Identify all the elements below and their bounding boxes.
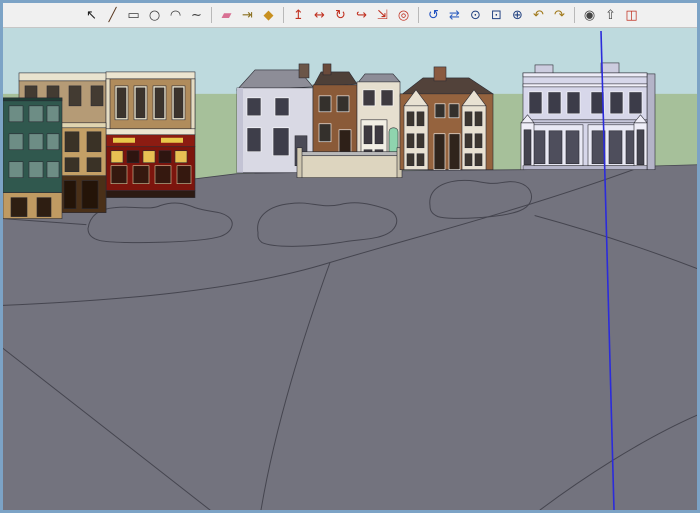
select-icon: ↖ bbox=[86, 9, 97, 22]
ground-plane bbox=[3, 165, 697, 510]
tool-scale-button[interactable]: ⇲ bbox=[373, 5, 392, 25]
tool-offset-button[interactable]: ◎ bbox=[394, 5, 413, 25]
tool-move-button[interactable]: ↔ bbox=[310, 5, 329, 25]
zoom-extents-icon: ⊕ bbox=[512, 9, 523, 22]
tool-position-camera-button[interactable]: ◉ bbox=[580, 5, 599, 25]
sketchup-window: ↖ ╱ ▭ ○ ◠ ∼ ▰ ⇥ ◆ ↥ ↔ ↻ ↪ ⇲ ◎ ↺ ⇄ ⊙ ⊡ ⊕ ↶ ↷ ◉ ⇧ ◫ bbox=[0, 0, 700, 513]
toolbar: ↖ ╱ ▭ ○ ◠ ∼ ▰ ⇥ ◆ ↥ ↔ ↻ ↪ ⇲ ◎ ↺ ⇄ ⊙ ⊡ ⊕ ↶ ↷ ◉ ⇧ ◫ bbox=[3, 3, 697, 28]
tool-rectangle-button[interactable]: ▭ bbox=[124, 5, 143, 25]
tool-zoom-window-button[interactable]: ⊡ bbox=[487, 5, 506, 25]
porch-left bbox=[521, 115, 534, 170]
tool-orbit-button[interactable]: ↺ bbox=[424, 5, 443, 25]
toolbar-tools: ↖ ╱ ▭ ○ ◠ ∼ ▰ ⇥ ◆ ↥ ↔ ↻ ↪ ⇲ ◎ ↺ ⇄ ⊙ ⊡ ⊕ ↶ ↷ ◉ ⇧ ◫ bbox=[81, 3, 642, 27]
toolbar-separator bbox=[418, 7, 419, 23]
tool-follow-me-button[interactable]: ↪ bbox=[352, 5, 371, 25]
position-camera-icon: ◉ bbox=[584, 9, 595, 22]
push-pull-icon: ↥ bbox=[293, 9, 304, 22]
previous-view-icon: ↶ bbox=[533, 9, 544, 22]
toolbar-separator bbox=[283, 7, 284, 23]
scale-icon: ⇲ bbox=[377, 9, 388, 22]
brick-pub bbox=[106, 72, 195, 198]
toolbar-spacer bbox=[5, 3, 81, 27]
offset-icon: ◎ bbox=[398, 9, 409, 22]
toolbar-separator bbox=[211, 7, 212, 23]
line-icon: ╱ bbox=[109, 9, 117, 22]
toolbar-separator bbox=[574, 7, 575, 23]
tan-mid-building bbox=[60, 123, 106, 213]
section-plane-icon: ◫ bbox=[625, 9, 637, 22]
orbit-icon: ↺ bbox=[428, 9, 439, 22]
tool-zoom-extents-button[interactable]: ⊕ bbox=[508, 5, 527, 25]
zoom-window-icon: ⊡ bbox=[491, 9, 502, 22]
tool-previous-view-button[interactable]: ↶ bbox=[529, 5, 548, 25]
circle-icon: ○ bbox=[149, 9, 160, 22]
tool-zoom-button[interactable]: ⊙ bbox=[466, 5, 485, 25]
tool-push-pull-button[interactable]: ↥ bbox=[289, 5, 308, 25]
tool-next-view-button[interactable]: ↷ bbox=[550, 5, 569, 25]
rectangle-icon: ▭ bbox=[127, 9, 139, 22]
tool-freehand-button[interactable]: ∼ bbox=[187, 5, 206, 25]
eraser-icon: ▰ bbox=[222, 9, 232, 22]
zoom-icon: ⊙ bbox=[470, 9, 481, 22]
tool-circle-button[interactable]: ○ bbox=[145, 5, 164, 25]
next-view-icon: ↷ bbox=[554, 9, 565, 22]
viewport[interactable] bbox=[3, 28, 697, 510]
tool-section-plane-button[interactable]: ◫ bbox=[622, 5, 641, 25]
tool-tape-measure-button[interactable]: ⇥ bbox=[238, 5, 257, 25]
tool-paint-bucket-button[interactable]: ◆ bbox=[259, 5, 278, 25]
rotate-icon: ↻ bbox=[335, 9, 346, 22]
garden-wall bbox=[297, 148, 402, 178]
freehand-icon: ∼ bbox=[191, 9, 202, 22]
tool-rotate-button[interactable]: ↻ bbox=[331, 5, 350, 25]
walk-icon: ⇧ bbox=[605, 9, 616, 22]
move-icon: ↔ bbox=[314, 9, 325, 22]
lavender-shop-building bbox=[521, 63, 655, 170]
paint-bucket-icon: ◆ bbox=[264, 9, 274, 22]
follow-me-icon: ↪ bbox=[356, 9, 367, 22]
tape-measure-icon: ⇥ bbox=[242, 9, 253, 22]
tool-walk-button[interactable]: ⇧ bbox=[601, 5, 620, 25]
arc-icon: ◠ bbox=[170, 9, 181, 22]
tool-line-button[interactable]: ╱ bbox=[103, 5, 122, 25]
teal-windows bbox=[9, 106, 59, 178]
tool-select-button[interactable]: ↖ bbox=[82, 5, 101, 25]
tool-pan-button[interactable]: ⇄ bbox=[445, 5, 464, 25]
shopfront-left bbox=[528, 125, 583, 166]
teal-corner-building bbox=[3, 98, 62, 219]
model-canvas[interactable] bbox=[3, 28, 697, 510]
pan-icon: ⇄ bbox=[449, 9, 460, 22]
tool-eraser-button[interactable]: ▰ bbox=[217, 5, 236, 25]
tool-arc-button[interactable]: ◠ bbox=[166, 5, 185, 25]
porch-right bbox=[634, 115, 647, 170]
